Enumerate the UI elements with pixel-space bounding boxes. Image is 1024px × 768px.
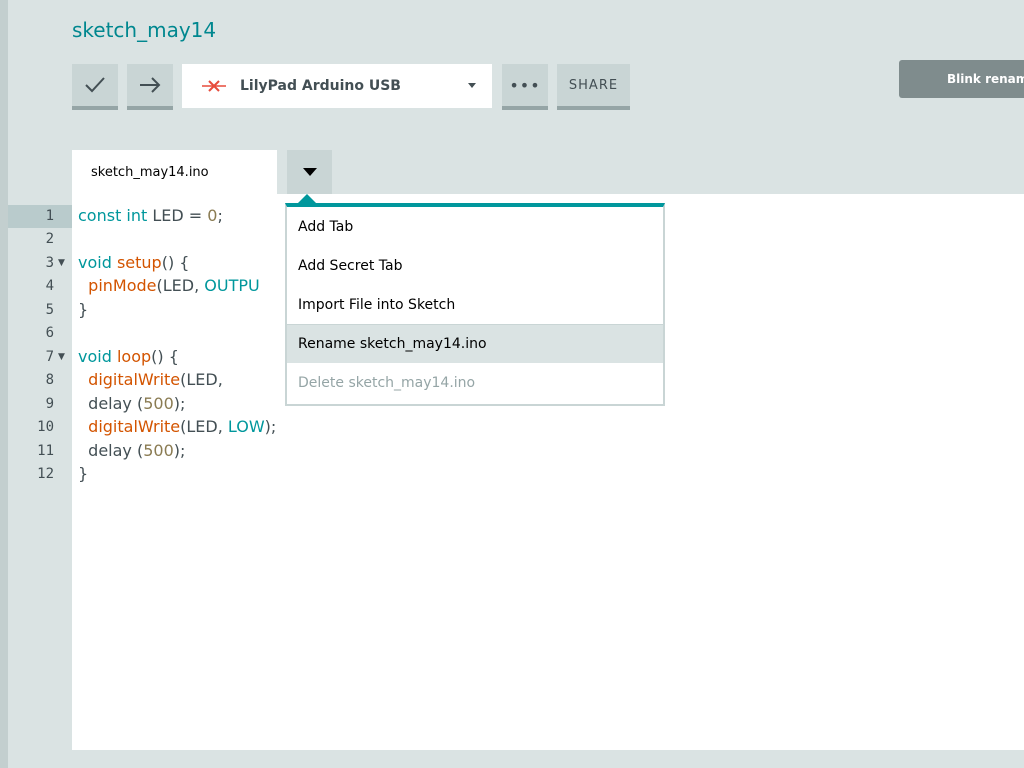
menu-item-add-secret-tab[interactable]: Add Secret Tab: [287, 246, 663, 285]
dropdown-pointer: [298, 194, 316, 203]
code-line[interactable]: void setup() {: [78, 253, 189, 272]
arrow-right-icon: [140, 77, 161, 93]
tab-options-menu: Add Tab Add Secret Tab Import File into …: [285, 203, 665, 406]
line-number: 5: [45, 302, 54, 318]
menu-item-import-file[interactable]: Import File into Sketch: [287, 285, 663, 324]
share-button[interactable]: SHARE: [557, 64, 630, 110]
line-number: 12: [37, 466, 54, 482]
left-edge-strip: [0, 0, 8, 768]
line-number: 10: [37, 419, 54, 435]
tab-sketch-file[interactable]: sketch_may14.ino: [72, 150, 277, 194]
code-line[interactable]: void loop() {: [78, 347, 179, 366]
code-line[interactable]: delay (500);: [78, 441, 185, 460]
sketch-title[interactable]: sketch_may14: [72, 18, 216, 42]
upload-button[interactable]: [127, 64, 173, 110]
code-line[interactable]: }: [78, 464, 88, 483]
chevron-down-icon: [468, 83, 476, 88]
line-number: 9: [45, 396, 54, 412]
menu-item-delete: Delete sketch_may14.ino: [298, 374, 476, 391]
line-number: 7: [45, 349, 54, 365]
notification-toast: Blink renam: [899, 60, 1024, 98]
checkmark-icon: [85, 77, 105, 93]
board-selector[interactable]: LilyPad Arduino USB: [182, 64, 492, 108]
menu-item-add-tab[interactable]: Add Tab: [287, 207, 663, 246]
fold-arrow-icon[interactable]: ▼: [58, 352, 65, 362]
line-number: 2: [45, 231, 54, 247]
code-line[interactable]: digitalWrite(LED, LOW);: [78, 417, 276, 436]
triangle-down-icon: [302, 168, 317, 176]
code-line[interactable]: delay (500);: [78, 394, 185, 413]
line-number: 1: [45, 208, 54, 224]
line-number: 4: [45, 278, 54, 294]
line-number: 3: [45, 255, 54, 271]
tab-menu-button[interactable]: [287, 150, 332, 194]
line-number: 11: [37, 443, 54, 459]
menu-item-rename[interactable]: Rename sketch_may14.ino: [287, 324, 663, 363]
fold-arrow-icon[interactable]: ▼: [58, 258, 65, 268]
verify-button[interactable]: [72, 64, 118, 110]
disconnected-x-icon: [200, 76, 228, 96]
line-number: 6: [45, 325, 54, 341]
code-line[interactable]: }: [78, 300, 88, 319]
board-name: LilyPad Arduino USB: [240, 78, 401, 94]
more-options-button[interactable]: •••: [502, 64, 548, 110]
code-line[interactable]: const int LED = 0;: [78, 206, 223, 225]
code-line[interactable]: digitalWrite(LED,: [78, 370, 223, 389]
code-line[interactable]: pinMode(LED, OUTPU: [78, 276, 260, 295]
line-number: 8: [45, 372, 54, 388]
